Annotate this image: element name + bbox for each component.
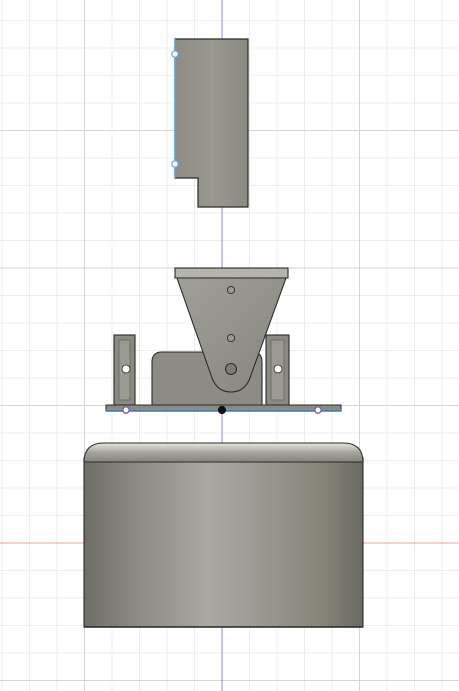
cylinder-body[interactable] xyxy=(83,457,364,628)
canvas[interactable] xyxy=(0,0,459,691)
hinge-top-flange[interactable] xyxy=(174,267,289,279)
hinge-pivot xyxy=(225,363,237,375)
right-clamp-post[interactable] xyxy=(265,334,290,406)
cylindrical-base[interactable] xyxy=(83,442,364,628)
cad-viewport[interactable] xyxy=(0,0,459,691)
hinge-hole-top xyxy=(226,285,236,295)
top-bracket-plate[interactable] xyxy=(171,38,249,208)
left-clamp-hole xyxy=(121,364,131,374)
top-bracket-plate-face[interactable] xyxy=(174,38,249,208)
cylinder-top-rim[interactable] xyxy=(83,442,364,463)
sketch-point-base-right[interactable] xyxy=(314,406,322,414)
sketch-point-base-left[interactable] xyxy=(122,406,130,414)
sketch-point-upper[interactable] xyxy=(171,50,179,58)
hinge-hole-middle xyxy=(226,333,236,343)
sketch-point-lower[interactable] xyxy=(171,160,179,168)
sketch-point-base-origin[interactable] xyxy=(217,405,227,415)
left-clamp-post[interactable] xyxy=(113,334,136,406)
right-clamp-hole xyxy=(273,364,283,374)
base-plate[interactable] xyxy=(105,404,342,415)
